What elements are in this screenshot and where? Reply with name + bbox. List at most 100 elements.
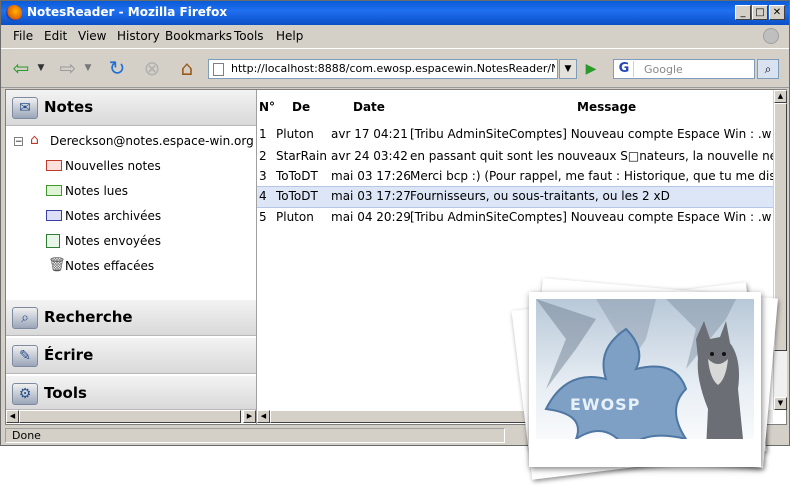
- row-message: Merci bcp :) (Pour rappel, me faut : His…: [410, 169, 773, 183]
- notes-section-icon: ✉: [12, 97, 38, 119]
- minimize-button[interactable]: _: [735, 5, 751, 20]
- row-date: mai 04 20:29: [331, 210, 411, 224]
- address-text: http://localhost:8888/com.ewosp.espacewi…: [231, 62, 555, 75]
- forward-dropdown-icon[interactable]: ▼: [82, 57, 94, 79]
- row-from: StarRain: [276, 149, 327, 163]
- row-date: mai 03 17:26: [331, 169, 411, 183]
- scroll-up-arrow-icon[interactable]: ▲: [774, 90, 787, 103]
- column-header-message[interactable]: Message: [577, 100, 636, 114]
- row-num: 1: [259, 127, 267, 141]
- notes-section-title: Notes: [44, 98, 94, 116]
- folder-notes-lues[interactable]: Notes lues: [6, 182, 256, 202]
- tools-section-title: Tools: [44, 384, 87, 402]
- back-dropdown-icon[interactable]: ▼: [35, 57, 47, 79]
- collapse-toggle[interactable]: −: [14, 137, 23, 147]
- address-bar[interactable]: http://localhost:8888/com.ewosp.espacewi…: [208, 59, 558, 79]
- row-date: avr 24 03:42: [331, 149, 408, 163]
- write-section-icon: ✎: [12, 345, 38, 367]
- search-placeholder: Google: [644, 63, 683, 76]
- folder-label: Notes lues: [65, 184, 129, 198]
- logo-image: EWOSP: [536, 299, 754, 459]
- title-bar: NotesReader - Mozilla Firefox _ □ ✕: [1, 1, 789, 25]
- notes-section-header[interactable]: ✉ Notes: [6, 90, 256, 126]
- menu-view[interactable]: View: [78, 29, 106, 43]
- column-header-date[interactable]: Date: [353, 100, 385, 114]
- horizontal-scroll-thumb[interactable]: [270, 410, 530, 423]
- row-num: 5: [259, 210, 267, 224]
- mail-sent-icon: [46, 234, 60, 248]
- menu-bookmarks[interactable]: Bookmarks: [165, 29, 232, 43]
- photo-front-frame: EWOSP: [529, 292, 761, 467]
- row-message: en passant quit sont les nouveaux S□nate…: [410, 149, 773, 163]
- search-section-icon: ⌕: [12, 307, 38, 329]
- table-row[interactable]: 3 ToToDT mai 03 17:26 Merci bcp :) (Pour…: [257, 166, 773, 188]
- google-engine-icon[interactable]: G: [615, 61, 634, 77]
- ecrire-section-header[interactable]: ✎ Écrire: [6, 338, 256, 374]
- menu-file[interactable]: File: [13, 29, 33, 43]
- folder-nouvelles-notes[interactable]: Nouvelles notes: [6, 157, 256, 177]
- search-box[interactable]: G Google: [613, 59, 755, 79]
- reload-icon[interactable]: ↻: [105, 57, 129, 79]
- ewosp-logo-text: EWOSP: [570, 395, 641, 414]
- table-row-selected[interactable]: 4 ToToDT mai 03 17:27 Fournisseurs, ou s…: [257, 186, 773, 208]
- column-header-num[interactable]: N°: [259, 100, 275, 114]
- row-message: [Tribu AdminSiteComptes] Nouveau compte …: [410, 127, 773, 141]
- recherche-section-title: Recherche: [44, 308, 133, 326]
- column-header-from[interactable]: De: [292, 100, 310, 114]
- menu-bar: File Edit View History Bookmarks Tools H…: [1, 25, 789, 47]
- ecrire-section-title: Écrire: [44, 346, 94, 364]
- scroll-left-arrow-icon[interactable]: ◀: [257, 410, 270, 423]
- mail-new-icon: [46, 160, 62, 171]
- menu-help[interactable]: Help: [276, 29, 303, 43]
- search-button[interactable]: ⌕: [757, 59, 779, 79]
- tools-section-icon: ⚙: [12, 383, 38, 405]
- wolf-snow-illustration: [536, 299, 754, 459]
- stop-icon[interactable]: ⊗: [140, 57, 164, 79]
- row-num: 3: [259, 169, 267, 183]
- folder-label: Notes envoyées: [65, 234, 162, 248]
- left-horizontal-scrollbar[interactable]: ◀ ▶: [6, 410, 256, 423]
- folder-notes-envoyees[interactable]: Notes envoyées: [6, 232, 256, 252]
- page-icon: [213, 63, 224, 76]
- mail-archived-icon: [46, 210, 62, 221]
- row-from: Pluton: [276, 127, 314, 141]
- back-arrow-icon[interactable]: ⇦: [9, 57, 33, 79]
- maximize-button[interactable]: □: [752, 5, 768, 20]
- address-dropdown-button[interactable]: ▼: [559, 59, 577, 79]
- home-folder-icon: ⌂: [30, 132, 39, 148]
- close-button[interactable]: ✕: [769, 5, 785, 20]
- tools-section-header[interactable]: ⚙ Tools: [6, 376, 256, 410]
- menu-edit[interactable]: Edit: [44, 29, 67, 43]
- scroll-left-arrow-icon[interactable]: ◀: [6, 410, 19, 423]
- row-num: 2: [259, 149, 267, 163]
- trash-icon: 🗑: [48, 257, 66, 273]
- account-node[interactable]: − ⌂ Dereckson@notes.espace-win.org: [6, 132, 256, 152]
- row-num: 4: [259, 189, 267, 203]
- folder-notes-archivees[interactable]: Notes archivées: [6, 207, 256, 227]
- scroll-right-arrow-icon[interactable]: ▶: [243, 410, 256, 423]
- home-icon[interactable]: ⌂: [175, 57, 199, 79]
- table-row[interactable]: 5 Pluton mai 04 20:29 [Tribu AdminSiteCo…: [257, 207, 773, 229]
- folder-label: Notes effacées: [65, 259, 155, 273]
- row-message: [Tribu AdminSiteComptes] Nouveau compte …: [410, 210, 773, 224]
- scroll-thumb[interactable]: [19, 410, 241, 423]
- row-date: mai 03 17:27: [331, 189, 411, 203]
- table-row[interactable]: 1 Pluton avr 17 04:21 [Tribu AdminSiteCo…: [257, 124, 773, 146]
- ewosp-logo-photo: EWOSP: [511, 278, 780, 480]
- table-row[interactable]: 2 StarRain avr 24 03:42 en passant quit …: [257, 146, 773, 168]
- navigation-toolbar: ⇦ ▼ ⇨ ▼ ↻ ⊗ ⌂ http://localhost:8888/com.…: [1, 48, 789, 88]
- mail-read-icon: [46, 185, 62, 196]
- forward-arrow-icon[interactable]: ⇨: [56, 57, 80, 79]
- go-button[interactable]: ▶: [580, 58, 602, 80]
- folder-label: Nouvelles notes: [65, 159, 161, 173]
- row-message: Fournisseurs, ou sous-traitants, ou les …: [410, 189, 670, 203]
- folder-notes-effacees[interactable]: 🗑 Notes effacées: [6, 257, 256, 277]
- throbber-icon: [763, 28, 779, 44]
- recherche-section-header[interactable]: ⌕ Recherche: [6, 300, 256, 336]
- menu-history[interactable]: History: [117, 29, 160, 43]
- left-panel: ✉ Notes − ⌂ Dereckson@notes.espace-win.o…: [6, 90, 257, 424]
- row-from: Pluton: [276, 210, 314, 224]
- menu-tools[interactable]: Tools: [234, 29, 264, 43]
- folder-label: Notes archivées: [65, 209, 162, 223]
- status-text: Done: [5, 428, 505, 443]
